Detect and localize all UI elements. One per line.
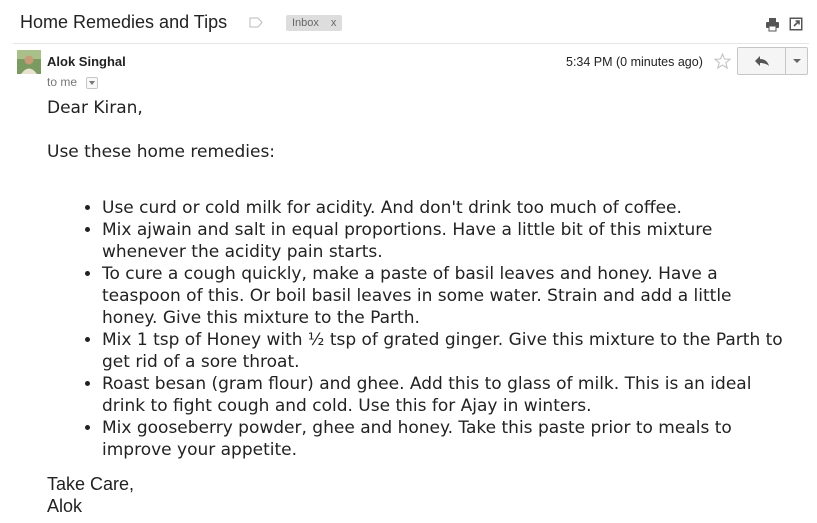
list-item: Use curd or cold milk for acidity. And d… <box>102 197 787 219</box>
message-timestamp: 5:34 PM (0 minutes ago) <box>566 55 703 69</box>
more-options-button[interactable] <box>786 48 807 74</box>
recipient-text: to me <box>47 75 78 89</box>
intro-text: Use these home remedies: <box>47 142 276 162</box>
remedies-list: Use curd or cold milk for acidity. And d… <box>47 197 787 461</box>
list-item: Roast besan (gram flour) and ghee. Add t… <box>102 373 787 417</box>
label-icon[interactable] <box>249 17 263 28</box>
sender-avatar[interactable] <box>17 50 41 74</box>
print-icon[interactable] <box>765 17 780 32</box>
label-chip-text: Inbox <box>292 17 319 29</box>
signature: Alok <box>47 496 83 516</box>
reply-button-group <box>737 47 808 75</box>
inbox-label-chip[interactable]: Inbox x <box>286 15 343 31</box>
greeting: Dear Kiran, <box>47 98 143 118</box>
list-item: To cure a cough quickly, make a paste of… <box>102 263 787 329</box>
email-subject: Home Remedies and Tips <box>20 12 228 32</box>
closing-block: Take Care, Alok <box>47 473 787 517</box>
reply-icon <box>754 56 769 66</box>
list-item: Mix gooseberry powder, ghee and honey. T… <box>102 417 787 461</box>
new-window-icon[interactable] <box>789 17 803 31</box>
closing-text: Take Care, <box>47 474 135 494</box>
star-icon[interactable] <box>714 53 731 69</box>
header-divider <box>13 43 809 44</box>
list-item: Mix 1 tsp of Honey with ½ tsp of grated … <box>102 329 787 373</box>
sender-name[interactable]: Alok Singhal <box>47 54 126 69</box>
show-details-toggle[interactable] <box>86 76 99 89</box>
subject-bar: Home Remedies and Tips Inbox x <box>0 0 817 44</box>
remove-label-button[interactable]: x <box>331 17 337 29</box>
email-body: Dear Kiran, Use these home remedies: Use… <box>47 97 787 517</box>
recipient-line: to me <box>47 75 99 89</box>
reply-button[interactable] <box>738 48 786 74</box>
list-item: Mix ajwain and salt in equal proportions… <box>102 219 787 263</box>
chevron-down-icon <box>792 59 801 63</box>
